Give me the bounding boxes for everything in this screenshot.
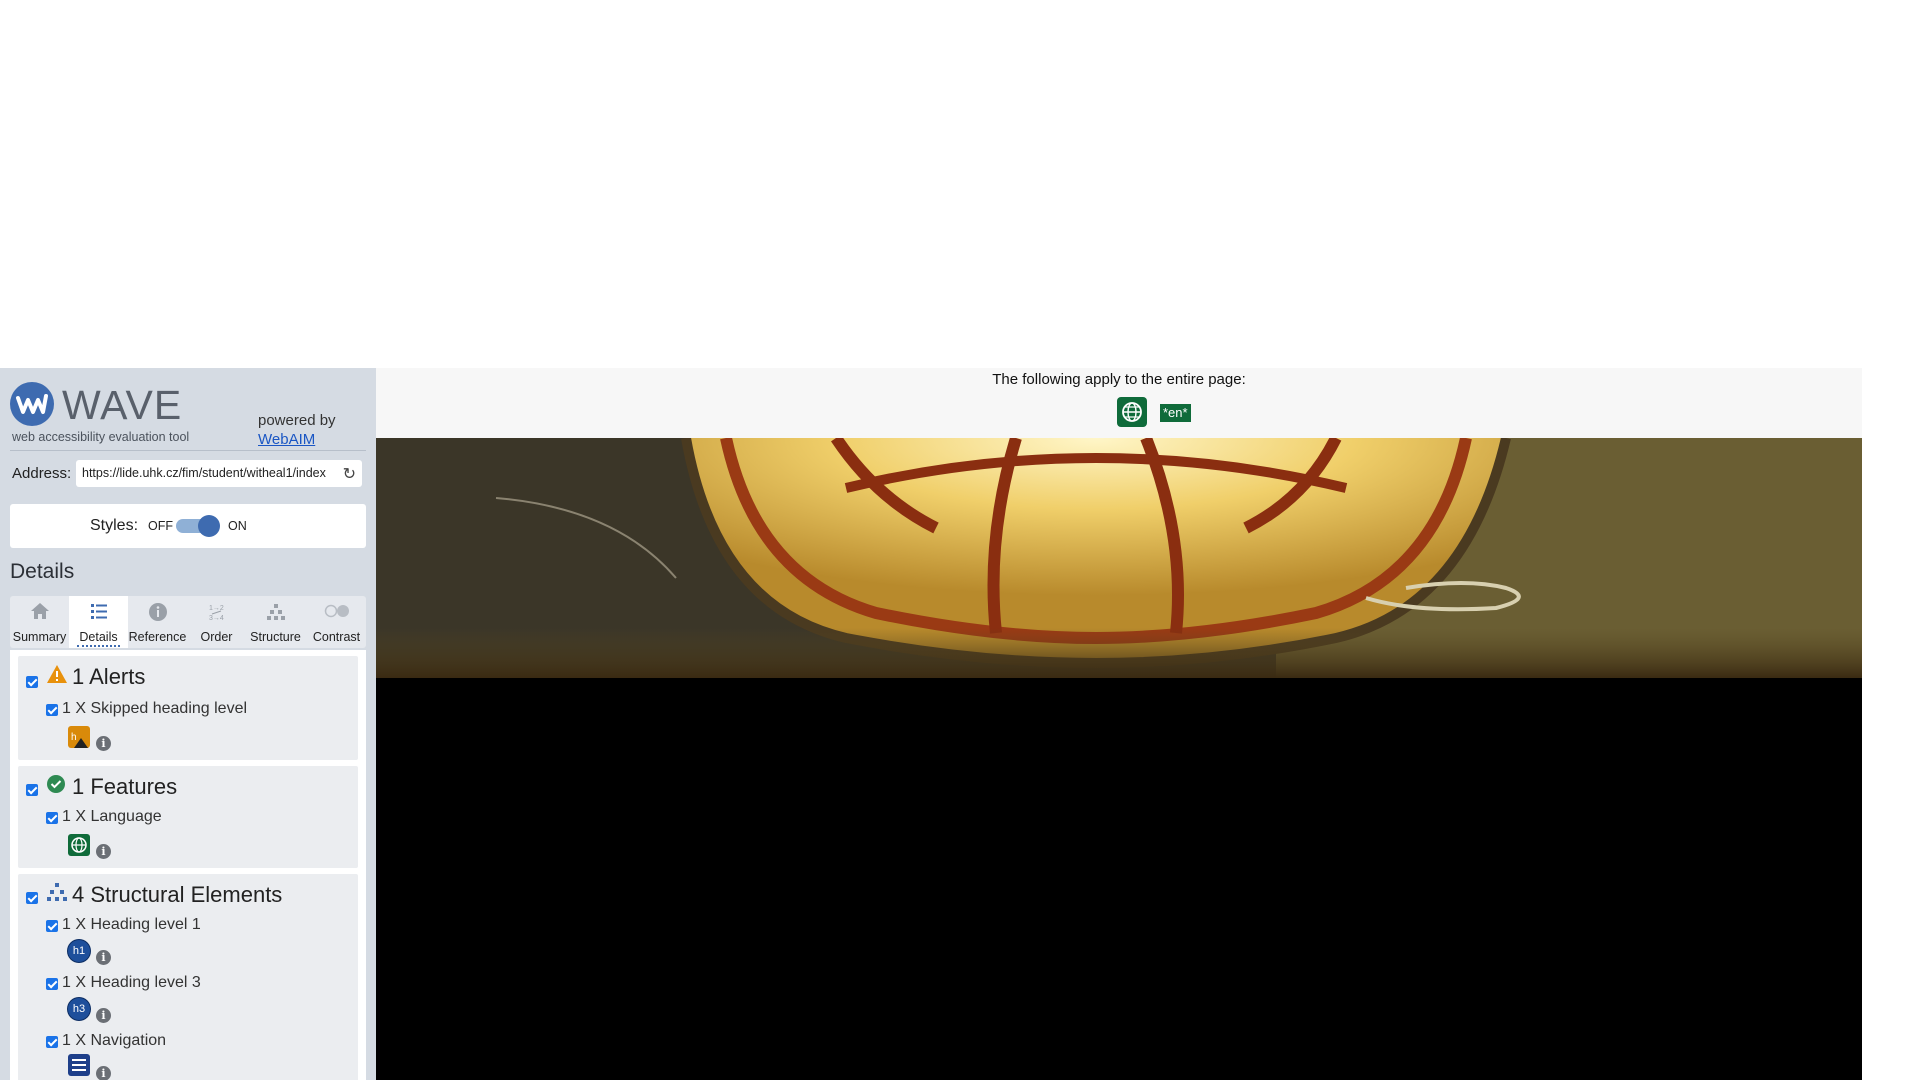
svg-text:1→2: 1→2 [209, 605, 224, 612]
svg-text:h: h [71, 732, 77, 743]
alerts-checkbox[interactable] [26, 676, 38, 688]
tab-order[interactable]: 1→2 3→4 Order [187, 596, 246, 648]
alert-warning-icon [46, 664, 68, 690]
styles-label: Styles: [90, 517, 139, 534]
tab-summary[interactable]: Summary [10, 596, 69, 648]
toggle-knob[interactable] [198, 515, 220, 537]
structure-checkbox[interactable] [26, 892, 38, 904]
divider [10, 450, 366, 451]
styles-toggle-box: Styles: OFF ON [10, 504, 366, 548]
panel-title: Details [10, 560, 75, 583]
order-icon: 1→2 3→4 [187, 602, 246, 622]
styles-on-label[interactable]: ON [228, 519, 247, 533]
info-icon[interactable]: i [96, 736, 111, 751]
wave-logo-text: WAVE [62, 382, 183, 428]
language-code-badge[interactable]: *en* [1160, 404, 1191, 422]
wave-tab-bar: Summary Details Reference 1→2 3→4 Order … [10, 596, 366, 648]
item-checkbox[interactable] [46, 1036, 58, 1048]
info-icon[interactable]: i [96, 950, 111, 965]
wave-logo-icon [10, 382, 54, 426]
address-label: Address: [12, 465, 72, 482]
wave-logo[interactable]: WAVE web accessibility evaluation tool p… [10, 382, 366, 448]
skipped-heading-item[interactable]: 1 X Skipped heading level [62, 700, 247, 718]
info-icon[interactable]: i [96, 1008, 111, 1023]
language-icon[interactable] [68, 834, 90, 856]
tab-contrast[interactable]: Contrast [307, 596, 366, 648]
skipped-heading-alert-icon[interactable]: h [68, 726, 90, 748]
structure-card: 4 Structural Elements 1 X Heading level … [18, 874, 358, 1080]
tab-label: Summary [12, 630, 67, 644]
tab-label: Reference [128, 630, 187, 644]
styles-toggle[interactable] [176, 515, 220, 537]
hero-image-art [376, 438, 1862, 678]
apply-text: The following apply to the entire page: [992, 371, 1246, 388]
structure-icon [46, 882, 68, 908]
contrast-icon [307, 602, 366, 622]
heading-level-1-item[interactable]: 1 X Heading level 1 [62, 916, 201, 934]
h1-badge-icon[interactable]: h1 [68, 940, 90, 962]
details-panel: 1 Alerts 1 X Skipped heading level h i 1… [10, 650, 366, 1080]
refresh-icon[interactable]: ↻ [343, 464, 356, 484]
info-icon[interactable]: i [96, 1066, 111, 1080]
tab-label: Contrast [312, 630, 361, 644]
tab-details[interactable]: Details [69, 596, 128, 648]
list-icon [69, 602, 128, 622]
item-checkbox[interactable] [46, 978, 58, 990]
webaim-link[interactable]: WebAIM [258, 431, 315, 448]
address-input[interactable]: https://lide.uhk.cz/fim/student/witheal1… [76, 460, 362, 487]
info-icon [128, 602, 187, 622]
info-icon[interactable]: i [96, 844, 111, 859]
navigation-icon[interactable] [68, 1054, 90, 1076]
tab-label: Structure [250, 630, 301, 644]
tab-structure[interactable]: Structure [246, 596, 305, 648]
item-checkbox[interactable] [46, 812, 58, 824]
powered-by-text: powered by [258, 412, 336, 429]
alerts-title: 1 Alerts [72, 664, 146, 689]
structure-icon [246, 602, 305, 622]
item-checkbox[interactable] [46, 704, 58, 716]
evaluated-page: The following apply to the entire page: … [376, 368, 1862, 1080]
wave-tagline: web accessibility evaluation tool [12, 430, 190, 444]
home-icon [10, 602, 69, 622]
heading-level-3-item[interactable]: 1 X Heading level 3 [62, 974, 201, 992]
language-icon[interactable] [1117, 397, 1147, 427]
tab-label: Details [77, 630, 120, 647]
hero-image [376, 438, 1862, 678]
features-title: 1 Features [72, 774, 178, 799]
structure-title: 4 Structural Elements [72, 882, 283, 907]
navigation-item[interactable]: 1 X Navigation [62, 1032, 166, 1050]
features-card: 1 Features 1 X Language i [18, 766, 358, 868]
language-item[interactable]: 1 X Language [62, 808, 162, 826]
features-checkbox[interactable] [26, 784, 38, 796]
styles-off-label[interactable]: OFF [148, 519, 173, 533]
address-value[interactable]: https://lide.uhk.cz/fim/student/witheal1… [82, 466, 334, 480]
item-checkbox[interactable] [46, 920, 58, 932]
page-wide-icons-bar: The following apply to the entire page: … [376, 368, 1862, 438]
tab-reference[interactable]: Reference [128, 596, 187, 648]
wave-sidebar: WAVE web accessibility evaluation tool p… [0, 368, 376, 1080]
tab-label: Order [200, 630, 233, 644]
alerts-card: 1 Alerts 1 X Skipped heading level h i [18, 656, 358, 760]
h3-badge-icon[interactable]: h3 [68, 998, 90, 1020]
feature-check-icon [46, 774, 66, 800]
svg-text:3→4: 3→4 [209, 615, 224, 622]
